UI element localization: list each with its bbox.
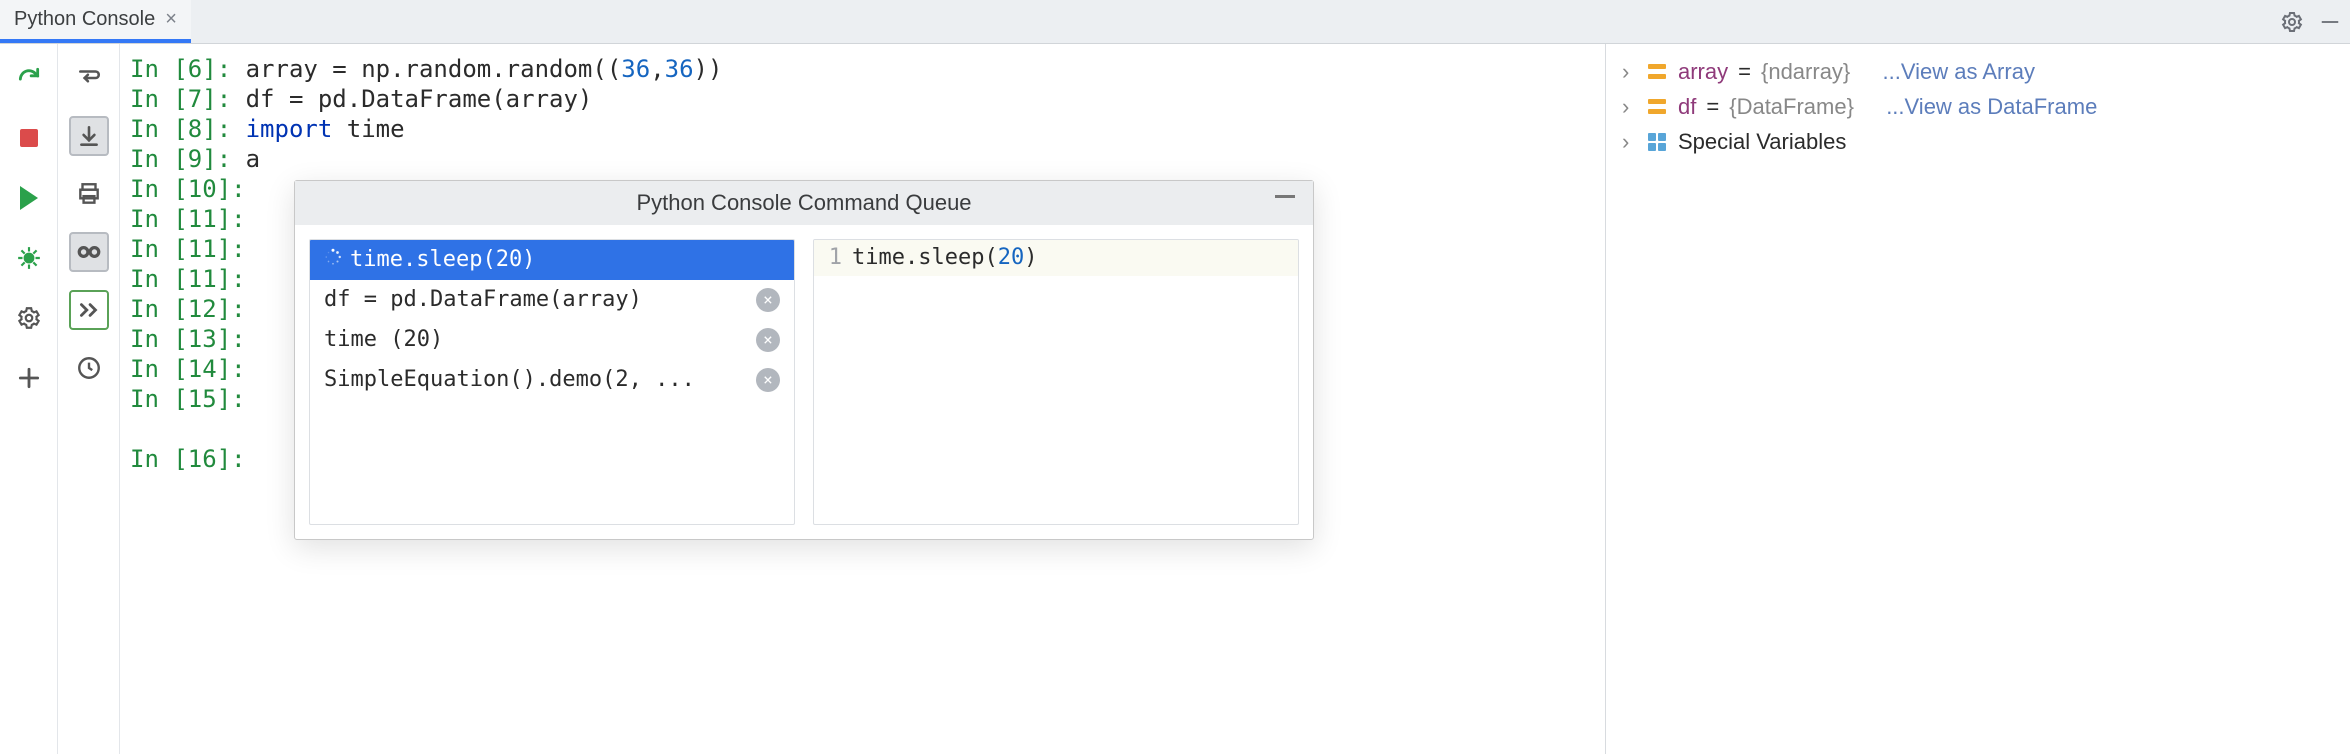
- loading-spinner-icon: [324, 246, 342, 274]
- console-prompt: In [7]:: [130, 85, 246, 113]
- print-button[interactable]: [69, 174, 109, 214]
- settings-button[interactable]: [9, 298, 49, 338]
- command-queue-item[interactable]: SimpleEquation().demo(2, ... ×: [310, 360, 794, 400]
- scroll-to-end-toggle[interactable]: [69, 116, 109, 156]
- console-blank-line: [130, 415, 144, 443]
- execute-current-statement-button[interactable]: [9, 178, 49, 218]
- command-queue-item[interactable]: time (20) ×: [310, 320, 794, 360]
- chevron-right-icon[interactable]: ›: [1622, 54, 1636, 89]
- console-prompt: In [15]:: [130, 385, 260, 413]
- ndarray-icon: [1646, 61, 1668, 83]
- new-console-button[interactable]: [9, 358, 49, 398]
- console-prompt: In [10]:: [130, 175, 260, 203]
- tool-window-actions: [2280, 0, 2342, 43]
- command-queue-popup: Python Console Command Queue time.sleep(…: [294, 180, 1314, 540]
- command-queue-item[interactable]: time.sleep(20): [310, 240, 794, 280]
- console-prompt: In [14]:: [130, 355, 260, 383]
- python-console-output[interactable]: In [6]: array = np.random.random((36,36)…: [120, 44, 1605, 754]
- console-code: array = np.random.random((36,36)): [246, 55, 723, 83]
- debug-button[interactable]: [9, 238, 49, 278]
- preview-line-number: 1: [820, 244, 842, 272]
- tool-window-tabs: Python Console ×: [0, 0, 191, 43]
- console-prompt: In [12]:: [130, 295, 260, 323]
- console-action-gutter-primary: [0, 44, 58, 754]
- console-prompt: In [6]:: [130, 55, 246, 83]
- console-prompt: In [16]:: [130, 445, 260, 473]
- minimize-icon[interactable]: [1275, 195, 1295, 198]
- dataframe-icon: [1646, 96, 1668, 118]
- command-queue-item[interactable]: df = pd.DataFrame(array) ×: [310, 280, 794, 320]
- gear-icon[interactable]: [2280, 10, 2304, 34]
- queue-item-label: time (20): [324, 326, 443, 354]
- console-prompt: In [9]:: [130, 145, 246, 173]
- tool-window-tabbar: Python Console ×: [0, 0, 2350, 44]
- console-prompt: In [13]:: [130, 325, 260, 353]
- console-code: a: [246, 145, 260, 173]
- special-vars-icon: [1646, 131, 1668, 153]
- variable-name: df: [1678, 89, 1696, 124]
- history-button[interactable]: [69, 348, 109, 388]
- variable-row[interactable]: › df = {DataFrame} ...View as DataFrame: [1622, 89, 2334, 124]
- console-code: import time: [246, 115, 405, 143]
- remove-queue-item-icon[interactable]: ×: [756, 288, 780, 312]
- chevron-right-icon[interactable]: ›: [1622, 89, 1636, 124]
- soft-wrap-toggle[interactable]: [69, 58, 109, 98]
- tab-python-console[interactable]: Python Console ×: [0, 0, 191, 43]
- variable-type: {DataFrame}: [1729, 89, 1854, 124]
- command-queue-titlebar[interactable]: Python Console Command Queue: [295, 181, 1313, 225]
- view-as-dataframe-link[interactable]: ...View as DataFrame: [1886, 89, 2097, 124]
- variable-row[interactable]: › array = {ndarray} ...View as Array: [1622, 54, 2334, 89]
- remove-queue-item-icon[interactable]: ×: [756, 368, 780, 392]
- view-as-array-link[interactable]: ...View as Array: [1883, 54, 2035, 89]
- console-prompt: In [8]:: [130, 115, 246, 143]
- rerun-button[interactable]: [9, 58, 49, 98]
- variable-name: Special Variables: [1678, 124, 1846, 159]
- command-queue-list: time.sleep(20) df = pd.DataFrame(array) …: [309, 239, 795, 525]
- variables-pane: › array = {ndarray} ...View as Array › d…: [1605, 44, 2350, 754]
- variable-type: {ndarray}: [1761, 54, 1850, 89]
- remove-queue-item-icon[interactable]: ×: [756, 328, 780, 352]
- console-code: df = pd.DataFrame(array): [246, 85, 593, 113]
- chevron-right-icon[interactable]: ›: [1622, 124, 1636, 159]
- console-prompt: In [11]:: [130, 265, 260, 293]
- console-prompt: In [11]:: [130, 235, 260, 263]
- queue-item-label: time.sleep(20): [350, 246, 535, 274]
- command-queue-preview: 1 time.sleep(20): [813, 239, 1299, 525]
- variable-row[interactable]: › Special Variables: [1622, 124, 2334, 159]
- show-variables-toggle[interactable]: [69, 232, 109, 272]
- variable-name: array: [1678, 54, 1728, 89]
- tab-label: Python Console: [14, 8, 155, 31]
- queue-item-label: SimpleEquation().demo(2, ...: [324, 366, 695, 394]
- close-tab-icon[interactable]: ×: [165, 8, 177, 31]
- command-queue-title: Python Console Command Queue: [636, 189, 971, 217]
- stop-button[interactable]: [9, 118, 49, 158]
- hide-tool-window-icon[interactable]: [2318, 10, 2342, 34]
- preview-code: time.sleep(20): [852, 244, 1037, 272]
- console-action-gutter-secondary: [58, 44, 120, 754]
- queue-item-label: df = pd.DataFrame(array): [324, 286, 642, 314]
- command-queue-toggle[interactable]: [69, 290, 109, 330]
- console-prompt: In [11]:: [130, 205, 260, 233]
